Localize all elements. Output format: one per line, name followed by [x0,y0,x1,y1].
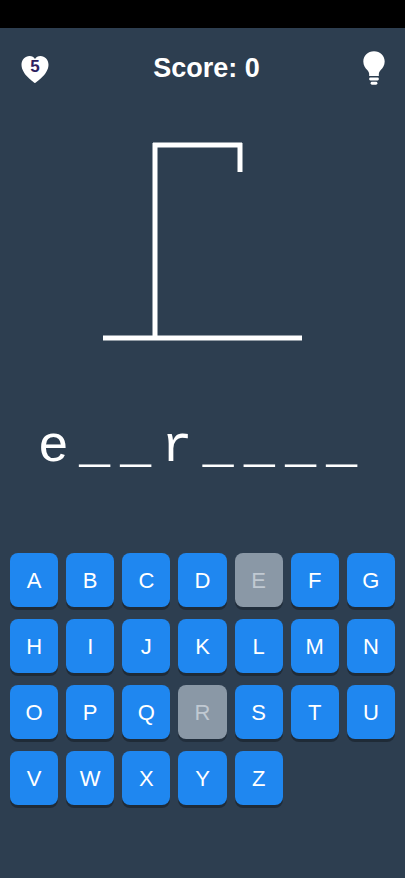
letter-key[interactable]: A [10,553,58,607]
letter-key[interactable]: F [291,553,339,607]
lives-count: 5 [30,58,39,75]
letter-key[interactable]: C [122,553,170,607]
letter-key[interactable]: N [347,619,395,673]
header: 5 Score: 0 [0,28,405,108]
gallows-drawing [0,108,405,348]
lightbulb-icon[interactable] [360,50,388,86]
keyboard: ABCDEFG HIJKLMN OPQRSTU VWXYZ [0,548,405,805]
word-area: e__r____ [0,348,405,548]
score-label: Score: 0 [153,48,260,89]
letter-key[interactable]: K [178,619,226,673]
system-status-bar [0,0,405,28]
letter-key[interactable]: J [122,619,170,673]
letter-key[interactable]: I [66,619,114,673]
letter-key[interactable]: U [347,685,395,739]
letter-key[interactable]: E [235,553,283,607]
letter-key[interactable]: P [66,685,114,739]
letter-key[interactable]: O [10,685,58,739]
letter-key[interactable]: B [66,553,114,607]
hangman-screen: 5 Score: 0 e__r____ ABCDEFG HIJKLMN OPQRSTU VW… [0,0,405,878]
letter-key[interactable]: L [235,619,283,673]
letter-key[interactable]: R [178,685,226,739]
letter-key[interactable]: W [66,751,114,805]
letter-key[interactable]: Y [178,751,226,805]
letter-key[interactable]: T [291,685,339,739]
letter-key[interactable]: M [291,619,339,673]
letter-key[interactable]: V [10,751,58,805]
letter-key[interactable]: H [10,619,58,673]
letter-key[interactable]: X [122,751,170,805]
letter-key[interactable]: D [178,553,226,607]
letter-key[interactable]: Z [235,751,283,805]
letter-key[interactable]: G [347,553,395,607]
letter-key[interactable]: Q [122,685,170,739]
lives-badge: 5 [17,51,53,85]
guess-word: e__r____ [38,422,368,474]
letter-key[interactable]: S [235,685,283,739]
